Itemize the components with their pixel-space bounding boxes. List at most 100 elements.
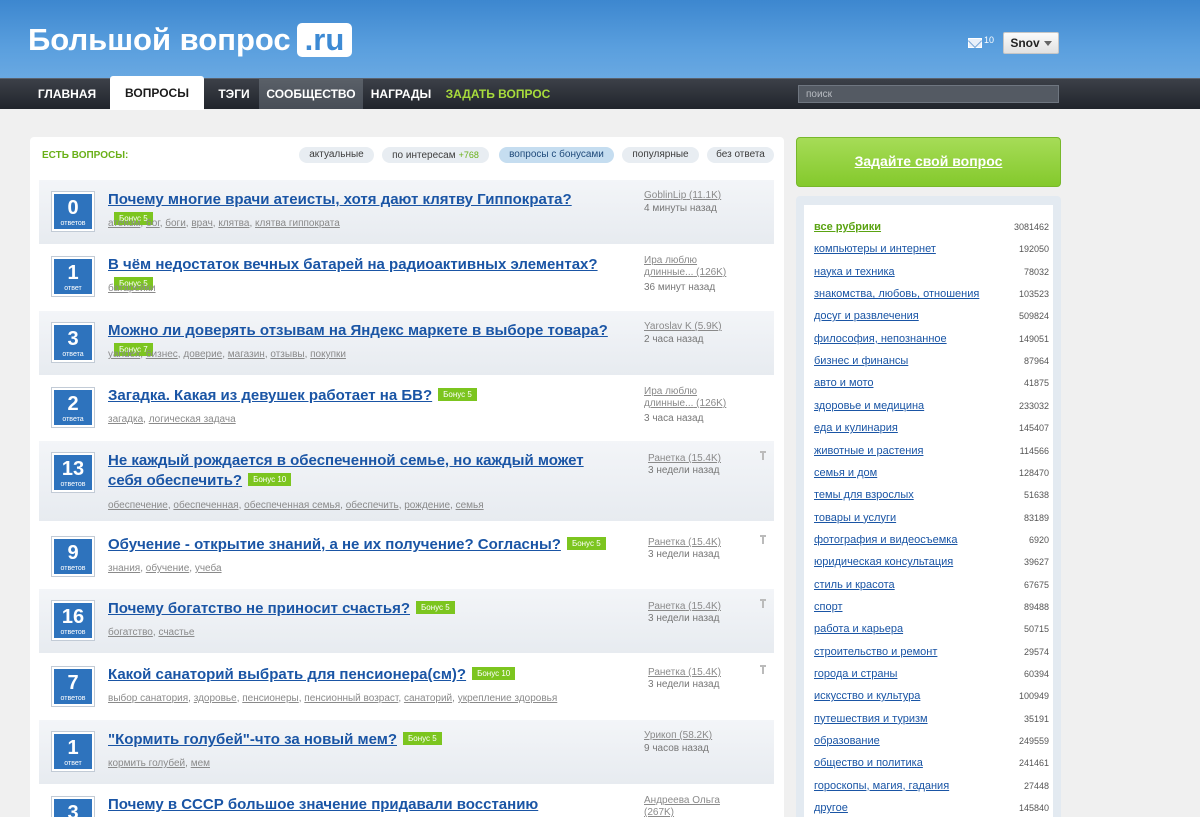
tag-link[interactable]: бизнес <box>146 349 178 360</box>
rubric-item[interactable]: путешествия и туризм 35191 <box>814 711 1054 727</box>
rubric-item[interactable]: города и страны 60394 <box>814 666 1054 682</box>
rubric-name[interactable]: другое <box>814 800 848 816</box>
answer-count-badge[interactable]: 3ответа <box>52 797 94 817</box>
answer-count-badge[interactable]: 7 ответов <box>52 667 94 706</box>
rubric-name[interactable]: общество и политика <box>814 755 923 771</box>
author-link[interactable]: Yaroslav K (5.9K) <box>644 321 739 333</box>
rubric-name[interactable]: философия, непознанное <box>814 331 947 347</box>
rubric-item[interactable]: все рубрики 3081462 <box>814 219 1054 235</box>
rubric-item[interactable]: бизнес и финансы 87964 <box>814 353 1054 369</box>
rubric-item[interactable]: работа и карьера 50715 <box>814 621 1054 637</box>
tag-link[interactable]: бог <box>146 218 160 229</box>
rubric-name[interactable]: города и страны <box>814 666 897 682</box>
rubric-name[interactable]: искусство и культура <box>814 688 920 704</box>
rubric-item[interactable]: общество и политика 241461 <box>814 755 1054 771</box>
rubric-item[interactable]: авто и мото 41875 <box>814 375 1054 391</box>
rubric-item[interactable]: спорт 89488 <box>814 599 1054 615</box>
rubric-name[interactable]: темы для взрослых <box>814 487 914 503</box>
author-link[interactable]: Андреева Ольга (267K) <box>644 795 739 817</box>
rubric-name[interactable]: товары и услуги <box>814 510 896 526</box>
tag-link[interactable]: клятва гиппократа <box>255 218 340 229</box>
tag-link[interactable]: пенсионный возраст <box>304 693 398 704</box>
rubric-name[interactable]: досуг и развлечения <box>814 308 919 324</box>
pin-icon[interactable] <box>759 451 767 461</box>
filter-bonus[interactable]: вопросы с бонусами <box>499 147 614 163</box>
tag-link[interactable]: доверие <box>183 349 222 360</box>
tag-link[interactable]: логическая задача <box>149 414 236 425</box>
answer-count-badge[interactable]: 0 ответов <box>52 192 94 231</box>
tag-link[interactable]: семья <box>456 500 484 511</box>
question-title[interactable]: Почему в СССР большое значение придавали… <box>108 795 613 817</box>
tag-link[interactable]: обеспеченная семья <box>244 500 340 511</box>
rubric-item[interactable]: товары и услуги 83189 <box>814 510 1054 526</box>
answer-count-badge[interactable]: 1 ответ <box>52 257 94 296</box>
answer-count-badge[interactable]: 9 ответов <box>52 537 94 576</box>
author-link[interactable]: Ира люблю длинные... (126K) <box>644 255 739 279</box>
tag-link[interactable]: обучение <box>146 563 190 574</box>
author-link[interactable]: Ранетка (15.4K) <box>648 667 743 679</box>
rubric-name[interactable]: стиль и красота <box>814 577 895 593</box>
nav-home[interactable]: ГЛАВНАЯ <box>27 79 107 109</box>
tag-link[interactable]: рождение <box>404 500 450 511</box>
rubric-name[interactable]: животные и растения <box>814 443 923 459</box>
rubric-item[interactable]: животные и растения 114566 <box>814 443 1054 459</box>
mail-link[interactable]: 10 <box>968 35 994 48</box>
tag-link[interactable]: обеспечить <box>346 500 399 511</box>
rubric-name[interactable]: компьютеры и интернет <box>814 241 936 257</box>
rubric-item[interactable]: гороскопы, магия, гадания 27448 <box>814 778 1054 794</box>
tag-link[interactable]: кормить голубей <box>108 758 185 769</box>
user-menu-button[interactable]: Snov <box>1003 32 1059 54</box>
nav-questions[interactable]: ВОПРОСЫ <box>110 76 204 110</box>
tag-link[interactable]: врач <box>191 218 212 229</box>
rubric-item[interactable]: стиль и красота 67675 <box>814 577 1054 593</box>
pin-icon[interactable] <box>759 665 767 675</box>
tag-link[interactable]: покупки <box>310 349 346 360</box>
rubric-item[interactable]: наука и техника 78032 <box>814 264 1054 280</box>
search-input[interactable] <box>798 85 1059 103</box>
rubric-item[interactable]: образование 249559 <box>814 733 1054 749</box>
rubric-item[interactable]: фотография и видеосъемка 6920 <box>814 532 1054 548</box>
tag-link[interactable]: обеспеченная <box>173 500 238 511</box>
rubric-name[interactable]: здоровье и медицина <box>814 398 924 414</box>
nav-awards[interactable]: НАГРАДЫ <box>366 79 436 109</box>
filter-interests[interactable]: по интересам +768 <box>382 147 489 163</box>
rubric-name[interactable]: семья и дом <box>814 465 877 481</box>
rubric-item[interactable]: темы для взрослых 51638 <box>814 487 1054 503</box>
tag-link[interactable]: загадка <box>108 414 143 425</box>
question-title[interactable]: В чём недостаток вечных батарей на радио… <box>108 255 613 295</box>
filter-popular[interactable]: популярные <box>622 147 699 163</box>
rubric-name[interactable]: еда и кулинария <box>814 420 898 436</box>
rubric-item[interactable]: здоровье и медицина 233032 <box>814 398 1054 414</box>
author-link[interactable]: Ранетка (15.4K) <box>648 601 743 613</box>
tag-link[interactable]: обеспечение <box>108 500 168 511</box>
question-title[interactable]: Обучение - открытие знаний, а не их полу… <box>108 535 613 555</box>
answer-count-badge[interactable]: 13 ответов <box>52 453 94 492</box>
rubric-item[interactable]: компьютеры и интернет 192050 <box>814 241 1054 257</box>
rubric-name[interactable]: все рубрики <box>814 219 881 235</box>
author-link[interactable]: Урикоп (58.2K) <box>644 730 739 742</box>
answer-count-badge[interactable]: 3ответа <box>52 323 94 362</box>
answer-count-badge[interactable]: 1 ответ <box>52 732 94 771</box>
answer-count-badge[interactable]: 2 ответа <box>52 388 94 427</box>
pin-icon[interactable] <box>759 535 767 545</box>
rubric-name[interactable]: бизнес и финансы <box>814 353 908 369</box>
rubric-name[interactable]: знакомства, любовь, отношения <box>814 286 979 302</box>
tag-link[interactable]: выбор санатория <box>108 693 188 704</box>
rubric-name[interactable]: строительство и ремонт <box>814 644 937 660</box>
filter-unanswered[interactable]: без ответа <box>707 147 774 163</box>
tag-link[interactable]: клятва <box>218 218 249 229</box>
tag-link[interactable]: пенсионеры <box>242 693 298 704</box>
rubric-name[interactable]: путешествия и туризм <box>814 711 928 727</box>
rubric-item[interactable]: семья и дом 128470 <box>814 465 1054 481</box>
rubric-name[interactable]: авто и мото <box>814 375 873 391</box>
rubric-item[interactable]: досуг и развлечения 509824 <box>814 308 1054 324</box>
tag-link[interactable]: отзывы <box>270 349 304 360</box>
tag-link[interactable]: знания <box>108 563 140 574</box>
question-title[interactable]: Почему богатство не приносит счастья? Бон… <box>108 599 613 619</box>
rubric-item[interactable]: знакомства, любовь, отношения 103523 <box>814 286 1054 302</box>
rubric-name[interactable]: спорт <box>814 599 843 615</box>
nav-community[interactable]: СООБЩЕСТВО <box>259 79 363 109</box>
filter-actual[interactable]: актуальные <box>299 147 374 163</box>
rubric-name[interactable]: юридическая консультация <box>814 554 953 570</box>
rubric-name[interactable]: наука и техника <box>814 264 895 280</box>
